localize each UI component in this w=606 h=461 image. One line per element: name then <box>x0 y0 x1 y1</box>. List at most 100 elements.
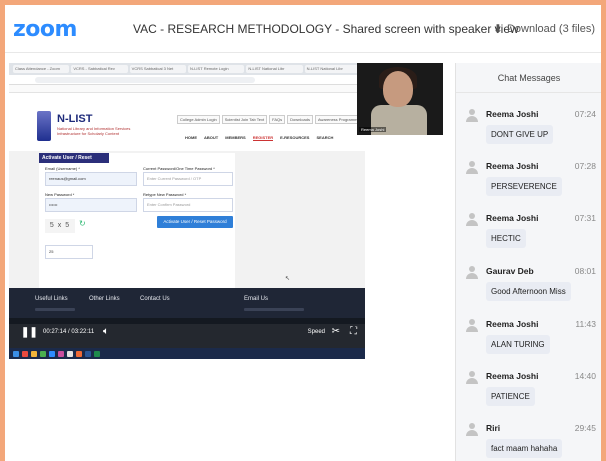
chat-message: Reema Joshi 07:28 PERSEVERENCE <box>462 161 601 213</box>
avatar-icon <box>466 161 478 175</box>
app-icon <box>67 350 73 357</box>
otp-label: Current Password/One Time Password * <box>143 166 215 171</box>
footer-link: Contact Us <box>140 296 170 302</box>
site-nav: HOME ABOUT MEMBERS REGISTER E-RESOURCES … <box>185 135 333 141</box>
chat-title: Chat Messages <box>456 63 601 93</box>
browser-tab: N-LIST National Libr <box>246 65 303 73</box>
pause-icon[interactable]: ❚❚ <box>21 327 38 338</box>
avatar-icon <box>466 319 478 333</box>
avatar-icon <box>466 423 478 437</box>
chat-sender: Gaurav Deb <box>486 266 534 276</box>
chat-text: HECTIC <box>486 229 526 248</box>
activate-user-button: Activate User / Reset Password <box>157 216 233 228</box>
chat-message: Reema Joshi 14:40 PATIENCE <box>462 371 601 423</box>
browser-tab: VCRS Sabbatical 3 Net <box>129 65 186 73</box>
app-icon <box>49 350 55 357</box>
meeting-title: VAC - RESEARCH METHODOLOGY - Shared scre… <box>133 22 519 36</box>
shared-screen-video[interactable]: Class Attendance - Zoom VCRS - Sabbatica… <box>9 63 365 359</box>
top-link: Scientist Join Tab Text <box>221 115 268 124</box>
chat-text: ALAN TURING <box>486 335 550 354</box>
chat-time: 07:28 <box>574 161 596 171</box>
chat-text: DONT GIVE UP <box>486 125 554 144</box>
download-label: Download (3 files) <box>506 23 595 35</box>
site-header: N-LIST National Library and Information … <box>9 93 365 151</box>
avatar-icon <box>466 109 478 123</box>
site-subtitle: National Library and Information Service… <box>57 126 131 136</box>
otp-field: Enter Current Password / OTP <box>143 172 233 186</box>
chat-message: Gaurav Deb 08:01 Good Afternoon Miss <box>462 266 601 318</box>
browser-tab: N-LIST National Libr <box>304 65 361 73</box>
app-icon <box>58 350 64 357</box>
browser-tab-strip: Class Attendance - Zoom VCRS - Sabbatica… <box>9 63 365 75</box>
bookmarks-bar <box>9 85 365 93</box>
chat-sender: Reema Joshi <box>486 319 539 329</box>
chat-message: Riri 29:45 fact maam hahaha <box>462 423 601 461</box>
refresh-icon: ↻ <box>79 219 86 228</box>
app-icon <box>94 350 100 357</box>
chat-time: 07:24 <box>574 109 596 119</box>
chat-sender: Reema Joshi <box>486 371 539 381</box>
scissors-icon[interactable]: ✂ <box>332 326 340 337</box>
email-label: Email (Username) * <box>45 166 80 171</box>
volume-icon[interactable]: 🔈︎ <box>103 326 109 337</box>
browser-tab: Class Attendance - Zoom <box>13 65 70 73</box>
activate-user-form: Activate User / Reset Password Email (Us… <box>39 153 235 288</box>
chat-sender: Reema Joshi <box>486 213 539 223</box>
chat-sender: Reema Joshi <box>486 161 539 171</box>
top-link: FAQs <box>269 115 286 124</box>
chat-text: fact maam hahaha <box>486 439 563 458</box>
chat-time: 11:43 <box>575 319 596 329</box>
footer-link: Other Links <box>89 296 120 302</box>
app-icon <box>22 350 28 357</box>
browser-tab: N-LIST Remote Login <box>187 65 245 73</box>
speaker-name: Reema Joshi <box>359 127 387 132</box>
chat-text: PATIENCE <box>486 387 535 406</box>
nav-item: ABOUT <box>204 135 219 140</box>
chat-time: 14:40 <box>574 371 596 381</box>
app-icon <box>76 350 82 357</box>
captcha-answer-field: 25 <box>45 245 93 259</box>
chat-time: 08:01 <box>574 266 596 276</box>
browser-tab: VCRS - Sabbatical Rev <box>71 65 128 73</box>
chat-sender: Riri <box>486 423 501 433</box>
chat-text: PERSEVERENCE <box>486 177 562 196</box>
chat-message: Reema Joshi 07:24 DONT GIVE UP <box>462 109 601 161</box>
site-title: N-LIST <box>57 113 93 125</box>
nav-item: HOME <box>185 135 197 140</box>
footer-divider <box>35 308 75 311</box>
app-icon <box>85 350 91 357</box>
chat-sender: Reema Joshi <box>486 109 539 119</box>
speaker-video: Reema Joshi <box>357 63 443 135</box>
player-controls: ❚❚ 00:27:14 / 03:22:11 🔈︎ Speed ✂ ⛶ <box>9 318 365 348</box>
footer-divider <box>244 308 304 311</box>
fullscreen-icon[interactable]: ⛶ <box>350 326 357 337</box>
download-button[interactable]: ⬇ Download (3 files) <box>493 22 595 36</box>
avatar-icon <box>466 266 478 280</box>
top-link: College Admin Login <box>177 115 220 124</box>
windows-taskbar <box>9 348 365 359</box>
url-field <box>35 77 255 83</box>
speed-button[interactable]: Speed <box>308 329 325 335</box>
site-top-links: College Admin Login Scientist Join Tab T… <box>177 115 365 124</box>
footer-link: Useful Links <box>35 296 68 302</box>
app-icon <box>40 350 46 357</box>
app-icon <box>31 350 37 357</box>
browser-address-bar <box>9 75 365 85</box>
mouse-cursor-icon: ↖ <box>285 276 291 282</box>
avatar-icon <box>466 213 478 227</box>
email-field: reenaus@gmail.com <box>45 172 137 186</box>
chat-message: Reema Joshi 11:43 ALAN TURING <box>462 319 601 371</box>
nlist-logo-icon <box>37 111 51 141</box>
zoom-logo[interactable]: zoom <box>13 17 77 42</box>
recording-viewer: zoom VAC - RESEARCH METHODOLOGY - Shared… <box>5 5 601 461</box>
retype-password-label: Retype New Password * <box>143 192 187 197</box>
footer-link: Email Us <box>244 296 269 302</box>
playback-time: 00:27:14 / 03:22:11 <box>43 329 95 335</box>
form-heading: Activate User / Reset Password <box>39 153 109 171</box>
download-icon: ⬇ <box>492 22 503 36</box>
chat-text: Good Afternoon Miss <box>486 282 571 301</box>
captcha-image: 5 x 5 <box>45 219 75 233</box>
chat-panel: Chat Messages Reema Joshi 07:24 DONT GIV… <box>455 63 601 461</box>
nlist-website: N-LIST National Library and Information … <box>9 93 365 288</box>
retype-password-field: Enter Confirm Password <box>143 198 233 212</box>
